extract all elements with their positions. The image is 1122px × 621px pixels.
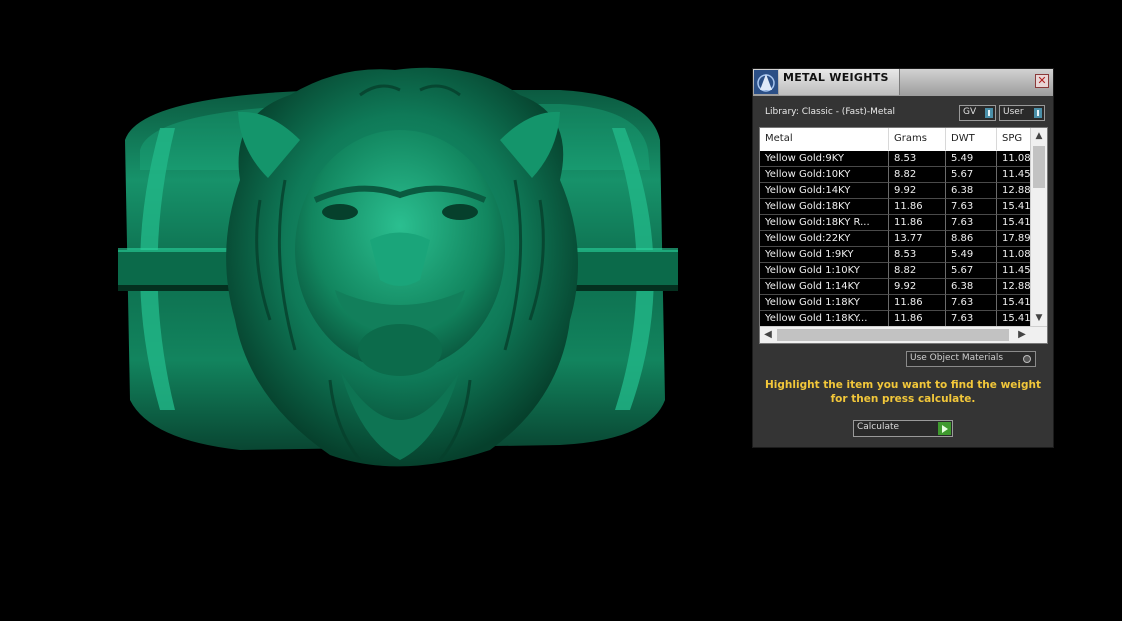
ring-model — [118, 67, 678, 467]
cell-metal: Yellow Gold 1:18KY... — [760, 311, 889, 327]
table-row[interactable]: Yellow Gold 1:18KY... 11.86 7.63 15.41 — [760, 311, 1037, 327]
cell-dwt: 7.63 — [946, 215, 997, 231]
cell-metal: Yellow Gold:10KY — [760, 167, 889, 183]
radio-icon — [1023, 355, 1031, 363]
cell-dwt: 5.67 — [946, 263, 997, 279]
cell-dwt: 7.63 — [946, 199, 997, 215]
panel-title: METAL WEIGHTS — [783, 71, 889, 84]
cell-dwt: 7.63 — [946, 311, 997, 327]
calculate-label: Calculate — [857, 422, 900, 432]
calculate-button[interactable]: Calculate — [853, 420, 953, 437]
cell-dwt: 5.67 — [946, 167, 997, 183]
cell-grams: 11.86 — [889, 215, 946, 231]
cell-metal: Yellow Gold:18KY R... — [760, 215, 889, 231]
cell-metal: Yellow Gold:22KY — [760, 231, 889, 247]
library-label: Library: Classic - (Fast)-Metal — [765, 107, 896, 117]
use-object-materials-option[interactable]: Use Object Materials — [906, 351, 1036, 367]
gv-toggle[interactable]: GV — [959, 105, 996, 121]
cell-dwt: 6.38 — [946, 183, 997, 199]
app-logo-icon — [754, 70, 778, 94]
table-row[interactable]: Yellow Gold:18KY 11.86 7.63 15.41 — [760, 199, 1037, 215]
metal-weights-panel: METAL WEIGHTS ✕ Library: Classic - (Fast… — [753, 69, 1053, 447]
cell-grams: 8.53 — [889, 151, 946, 167]
column-header-metal[interactable]: Metal — [760, 128, 889, 150]
close-icon[interactable]: ✕ — [1035, 74, 1049, 88]
table-row[interactable]: Yellow Gold:9KY 8.53 5.49 11.08 — [760, 151, 1037, 167]
table-row[interactable]: Yellow Gold:22KY 13.77 8.86 17.89 — [760, 231, 1037, 247]
use-object-materials-label: Use Object Materials — [910, 353, 1004, 363]
cell-metal: Yellow Gold 1:10KY — [760, 263, 889, 279]
user-toggle-label: User — [1003, 107, 1024, 117]
gv-toggle-label: GV — [963, 107, 977, 117]
cell-grams: 9.92 — [889, 183, 946, 199]
table-row[interactable]: Yellow Gold 1:9KY 8.53 5.49 11.08 — [760, 247, 1037, 263]
scroll-down-icon[interactable]: ▼ — [1031, 310, 1047, 326]
scroll-left-icon[interactable]: ◀ — [760, 327, 776, 343]
cell-metal: Yellow Gold 1:9KY — [760, 247, 889, 263]
panel-titlebar[interactable]: METAL WEIGHTS ✕ — [753, 69, 1053, 96]
horizontal-scrollbar[interactable]: ◀ ▶ — [760, 326, 1047, 343]
cell-dwt: 7.63 — [946, 295, 997, 311]
table-row[interactable]: Yellow Gold:10KY 8.82 5.67 11.45 — [760, 167, 1037, 183]
cell-metal: Yellow Gold:18KY — [760, 199, 889, 215]
cell-grams: 9.92 — [889, 279, 946, 295]
scroll-right-icon[interactable]: ▶ — [1014, 327, 1030, 343]
lion-eye-right — [442, 204, 478, 220]
table-row[interactable]: Yellow Gold 1:14KY 9.92 6.38 12.88 — [760, 279, 1037, 295]
cell-metal: Yellow Gold:9KY — [760, 151, 889, 167]
cell-dwt: 5.49 — [946, 247, 997, 263]
horizontal-scroll-thumb[interactable] — [777, 329, 1009, 341]
vertical-scrollbar[interactable]: ▲ ▼ — [1030, 128, 1047, 326]
cell-grams: 13.77 — [889, 231, 946, 247]
user-toggle-indicator-icon — [1034, 108, 1042, 118]
cell-grams: 11.86 — [889, 311, 946, 327]
table-body: Yellow Gold:9KY 8.53 5.49 11.08 Yellow G… — [760, 151, 1037, 327]
table-header: Metal Grams DWT SPG — [760, 128, 1037, 150]
column-header-grams[interactable]: Grams — [889, 128, 946, 150]
cell-grams: 8.53 — [889, 247, 946, 263]
gv-toggle-indicator-icon — [985, 108, 993, 118]
cell-grams: 11.86 — [889, 199, 946, 215]
metal-table: Metal Grams DWT SPG Yellow Gold:9KY 8.53… — [759, 127, 1048, 344]
cell-metal: Yellow Gold 1:14KY — [760, 279, 889, 295]
table-row[interactable]: Yellow Gold 1:10KY 8.82 5.67 11.45 — [760, 263, 1037, 279]
cell-dwt: 8.86 — [946, 231, 997, 247]
scroll-up-icon[interactable]: ▲ — [1031, 128, 1047, 144]
lion-mouth — [358, 324, 442, 376]
column-header-dwt[interactable]: DWT — [946, 128, 997, 150]
cell-metal: Yellow Gold 1:18KY — [760, 295, 889, 311]
table-row[interactable]: Yellow Gold 1:18KY 11.86 7.63 15.41 — [760, 295, 1037, 311]
play-icon — [938, 422, 951, 435]
cell-dwt: 6.38 — [946, 279, 997, 295]
user-toggle[interactable]: User — [999, 105, 1045, 121]
cell-grams: 8.82 — [889, 263, 946, 279]
table-row[interactable]: Yellow Gold:18KY R... 11.86 7.63 15.41 — [760, 215, 1037, 231]
cell-metal: Yellow Gold:14KY — [760, 183, 889, 199]
lion-eye-left — [322, 204, 358, 220]
cell-grams: 11.86 — [889, 295, 946, 311]
cell-grams: 8.82 — [889, 167, 946, 183]
instruction-text: Highlight the item you want to find the … — [765, 379, 1041, 405]
table-row[interactable]: Yellow Gold:14KY 9.92 6.38 12.88 — [760, 183, 1037, 199]
vertical-scroll-thumb[interactable] — [1033, 146, 1045, 188]
cell-dwt: 5.49 — [946, 151, 997, 167]
